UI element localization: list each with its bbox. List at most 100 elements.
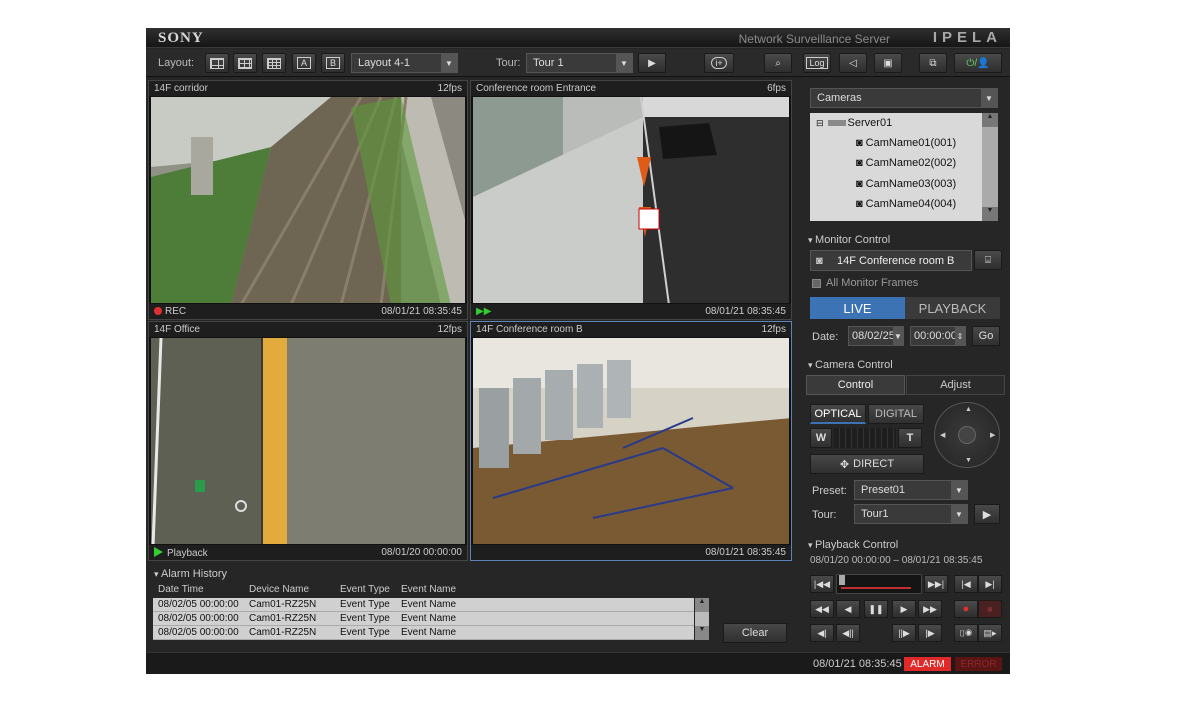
info-button[interactable]: i+ <box>704 53 734 73</box>
skip-end-button[interactable]: ▶▶| <box>924 575 948 593</box>
monitor-control-header[interactable]: Monitor Control <box>808 234 890 246</box>
zoom-tele-button[interactable]: T <box>898 428 922 448</box>
column-header[interactable]: Event Name <box>401 584 456 595</box>
playback-timeline[interactable] <box>836 574 922 594</box>
playback-control-header[interactable]: Playback Control <box>808 539 898 551</box>
layout-a-button[interactable]: A <box>292 53 316 73</box>
grid-3x3-icon <box>238 57 252 69</box>
export-button[interactable]: ▤▸ <box>978 624 1002 642</box>
tree-camera-4[interactable]: ◙ CamName04(004) <box>856 194 956 214</box>
error-indicator[interactable]: ERROR <box>955 657 1002 671</box>
collapse-icon[interactable]: ⊟ <box>816 118 824 129</box>
window-button[interactable]: ⧉ <box>919 53 947 73</box>
slow-forward-button[interactable]: ||▶ <box>892 624 916 642</box>
product-name: Network Surveillance Server <box>738 32 890 46</box>
fast-forward-button[interactable]: ▶▶ <box>918 600 942 618</box>
scroll-down-icon[interactable]: ▼ <box>695 626 709 640</box>
playback-tab[interactable]: PLAYBACK <box>905 297 1000 319</box>
alarm-indicator[interactable]: ALARM <box>904 657 951 671</box>
record-button[interactable]: ● <box>954 600 978 618</box>
go-button[interactable]: Go <box>972 326 1000 346</box>
tree-camera-3[interactable]: ◙ CamName03(003) <box>856 174 956 194</box>
power-icon: ⏻/👤 <box>966 57 990 69</box>
table-row[interactable]: 08/02/05 00:00:00 Cam01-RZ25N Event Type… <box>153 626 694 640</box>
scroll-down-icon[interactable]: ▼ <box>982 207 998 221</box>
tree-server[interactable]: ⊟ Server01 <box>816 113 892 133</box>
camera-tour-select[interactable]: Tour1 ▼ <box>854 504 968 524</box>
monitor-frame-2[interactable]: Conference room Entrance 6fps ▶▶ 08/01/21 … <box>470 80 792 320</box>
tour-play-button[interactable]: ▶ <box>638 53 666 73</box>
tree-camera-2[interactable]: ◙ CamName02(002) <box>856 153 956 173</box>
date-field[interactable]: 08/02/25 ▼ <box>848 326 904 346</box>
cell-event-type: Event Type <box>340 613 390 624</box>
tree-camera-1[interactable]: ◙ CamName01(001) <box>856 133 956 153</box>
pause-button[interactable]: ❚❚ <box>864 600 888 618</box>
table-row[interactable]: 08/02/05 00:00:00 Cam01-RZ25N Event Type… <box>153 598 694 612</box>
play-button[interactable]: ▶ <box>892 600 916 618</box>
tour-select[interactable]: Tour 1 ▼ <box>526 53 633 73</box>
tab-control[interactable]: Control <box>806 375 905 395</box>
prev-event-button[interactable]: |◀ <box>954 575 978 593</box>
optical-zoom-button[interactable]: OPTICAL <box>810 404 866 424</box>
arrow-left-icon[interactable]: ◀ <box>940 431 945 439</box>
search-button[interactable]: ⌕ <box>764 53 792 73</box>
tools-button[interactable]: ▣ <box>874 53 902 73</box>
layout-4x4-button[interactable] <box>262 53 286 73</box>
step-forward-button[interactable]: |▶ <box>918 624 942 642</box>
tree-scrollbar[interactable]: ▲ ▼ <box>982 113 998 221</box>
monitor-settings-icon: ⌸ <box>985 254 991 266</box>
column-header[interactable]: Event Type <box>340 584 390 595</box>
reverse-play-button[interactable]: ◀ <box>836 600 860 618</box>
digital-zoom-button[interactable]: DIGITAL <box>868 404 924 424</box>
monitor-settings-button[interactable]: ⌸ <box>974 250 1002 270</box>
monitor-frame-1[interactable]: 14F corridor 12fps REC 08/01/21 08:35:45 <box>148 80 468 320</box>
chevron-down-icon: ▼ <box>981 89 997 107</box>
time-field[interactable]: 00:00:00 ⇕ <box>910 326 966 346</box>
timeline-handle[interactable] <box>839 575 845 585</box>
scroll-up-icon[interactable]: ▲ <box>695 598 709 612</box>
preset-select[interactable]: Preset01 ▼ <box>854 480 968 500</box>
log-button[interactable]: Log <box>803 53 831 73</box>
column-header[interactable]: Date Time <box>158 584 204 595</box>
layout-3x3-button[interactable] <box>233 53 257 73</box>
zoom-slider[interactable] <box>834 428 896 448</box>
zoom-wide-button[interactable]: W <box>810 428 832 448</box>
camera-tour-value: Tour1 <box>861 508 889 520</box>
step-back-button[interactable]: ◀| <box>810 624 834 642</box>
direct-button[interactable]: ✥ DIRECT <box>810 454 924 474</box>
scroll-up-icon[interactable]: ▲ <box>982 113 998 127</box>
next-event-button[interactable]: ▶| <box>978 575 1002 593</box>
slow-back-button[interactable]: ◀|| <box>836 624 860 642</box>
arrow-up-icon[interactable]: ▲ <box>965 406 972 413</box>
camera-tour-play-button[interactable]: ▶ <box>974 504 1000 524</box>
column-header[interactable]: Device Name <box>249 584 309 595</box>
fast-rewind-button[interactable]: ◀◀ <box>810 600 834 618</box>
layout-b-button[interactable]: B <box>321 53 345 73</box>
monitor-frame-4[interactable]: 14F Conference room B 12fps 08/01/21 08:3… <box>470 321 792 561</box>
clear-button[interactable]: Clear <box>723 623 787 643</box>
layout-2x2-button[interactable] <box>205 53 229 73</box>
alarm-history-header[interactable]: Alarm History <box>154 568 227 580</box>
layout-select[interactable]: Layout 4-1 ▼ <box>351 53 458 73</box>
monitor-frame-3[interactable]: 14F Office 12fps Playback 08/01/20 00:00:0… <box>148 321 468 561</box>
power-user-button[interactable]: ⏻/👤 <box>954 53 1002 73</box>
live-tab[interactable]: LIVE <box>810 297 905 319</box>
table-row[interactable]: 08/02/05 00:00:00 Cam01-RZ25N Event Type… <box>153 612 694 626</box>
camera-control-header[interactable]: Camera Control <box>808 359 893 371</box>
toolbox-icon: ▣ <box>883 57 893 69</box>
spinner-icon[interactable]: ⇕ <box>955 327 965 345</box>
ptz-joystick[interactable]: ▲ ▼ ◀ ▶ <box>934 402 1000 468</box>
stop-record-button[interactable]: ■ <box>978 600 1002 618</box>
cameras-select[interactable]: Cameras ▼ <box>810 88 998 108</box>
audio-button[interactable]: ◁ <box>839 53 867 73</box>
skip-start-button[interactable]: |◀◀ <box>810 575 834 593</box>
alarm-scrollbar[interactable]: ▲ ▼ <box>695 598 709 640</box>
arrow-down-icon[interactable]: ▼ <box>965 457 972 464</box>
arrow-right-icon[interactable]: ▶ <box>990 431 995 439</box>
snapshot-button[interactable]: ⌷◉ <box>954 624 978 642</box>
tab-adjust[interactable]: Adjust <box>906 375 1005 395</box>
ptz-home-button[interactable] <box>958 426 976 444</box>
all-frames-checkbox[interactable] <box>812 279 821 288</box>
camera-icon: ◙ <box>856 137 863 149</box>
play-icon: ▶ <box>648 57 656 69</box>
